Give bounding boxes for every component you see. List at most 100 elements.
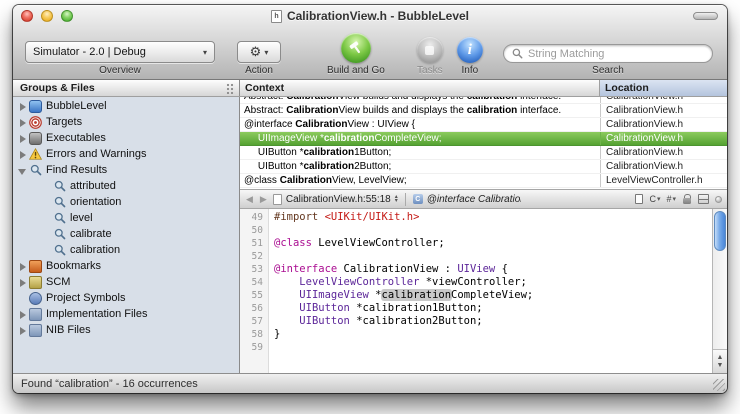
sidebar-item-executables[interactable]: Executables [13,130,239,146]
build-and-go-button[interactable] [341,33,371,63]
line-stepper[interactable]: ▴ ▾ [395,195,398,203]
line-number[interactable]: 54 [240,276,268,289]
code-line[interactable]: 56 UIButton *calibration1Button; [240,302,712,315]
overview-popup[interactable]: Simulator - 2.0 | Debug ▾ [25,41,215,63]
tasks-button[interactable] [417,37,443,63]
line-number[interactable]: 59 [240,341,268,354]
disclosure-triangle[interactable] [18,118,27,127]
find-result-row[interactable]: UIImageView *calibrationCompleteView;Cal… [240,132,727,146]
line-number[interactable]: 49 [240,211,268,224]
code-text: UIImageView *calibrationCompleteView; [268,289,533,302]
code-line[interactable]: 49#import <UIKit/UIKit.h> [240,211,712,224]
line-number[interactable]: 53 [240,263,268,276]
line-number[interactable]: 51 [240,237,268,250]
code-line[interactable]: 54 LevelViewController *viewController; [240,276,712,289]
sidebar-item-find-results[interactable]: Find Results [13,162,239,178]
location-column-header[interactable]: Location [600,80,727,96]
status-bar: Found “calibration” - 16 occurrences [13,373,727,393]
line-number[interactable]: 52 [240,250,268,263]
sidebar-item-nib-files[interactable]: NIB Files [13,322,239,338]
sidebar-item-bookmarks[interactable]: Bookmarks [13,258,239,274]
search-caption: Search [592,65,624,76]
action-button[interactable]: ⚙ ▾ [237,41,281,63]
tasks-icon [425,46,434,55]
disclosure-triangle[interactable] [18,166,27,175]
disclosure-triangle[interactable] [18,326,27,335]
disclosure-triangle[interactable] [18,310,27,319]
file-history-popup[interactable]: CalibrationView.h:55:18 ▴ ▾ [273,194,398,205]
code-line[interactable]: 59 [240,341,712,354]
find-result-row[interactable]: @interface CalibrationView : UIView {Cal… [240,118,727,132]
disclosure-triangle[interactable] [18,150,27,159]
line-number[interactable]: 50 [240,224,268,237]
lock-icon[interactable] [682,194,692,205]
sidebar-item-project-symbols[interactable]: Project Symbols [13,290,239,306]
toolbar-toggle-button[interactable] [693,12,718,20]
search-field[interactable] [503,44,713,63]
info-button[interactable]: i [457,37,483,63]
sidebar-item-calibrate[interactable]: calibrate [13,226,239,242]
find-result-row[interactable]: @class CalibrationView, LevelView;LevelV… [240,174,727,188]
scroll-up-button[interactable]: ▲ [717,354,724,361]
resize-grip[interactable] [713,379,725,391]
window-title: h CalibrationView.h - BubbleLevel [271,9,469,23]
sidebar-item-bubblelevel[interactable]: BubbleLevel [13,98,239,114]
action-item: ⚙ ▾ Action [237,29,281,76]
symbols-menu-button[interactable]: # ▾ [666,194,676,204]
find-result-row[interactable]: UIButton *calibration1Button;Calibration… [240,146,727,160]
editor-scrollbar[interactable]: ▲ ▼ [712,209,727,373]
sidebar-item-implementation-files[interactable]: Implementation Files [13,306,239,322]
sidebar-item-level[interactable]: level [13,210,239,226]
sidebar-item-attributed[interactable]: attributed [13,178,239,194]
code-line[interactable]: 57 UIButton *calibration2Button; [240,315,712,328]
search-input[interactable] [528,48,704,60]
split-editor-button[interactable] [698,194,709,204]
build-item: Build and Go [327,29,385,76]
scroll-down-button[interactable]: ▼ [717,362,724,369]
context-column-header[interactable]: Context [240,80,600,96]
code-text: UIButton *calibration2Button; [268,315,483,328]
sidebar-item-targets[interactable]: Targets [13,114,239,130]
code-lines[interactable]: 49#import <UIKit/UIKit.h>5051@class Leve… [240,209,712,373]
line-number[interactable]: 58 [240,328,268,341]
find-result-row[interactable]: Abstract: CalibrationView builds and dis… [240,104,727,118]
groups-files-header[interactable]: Groups & Files [13,80,240,96]
sidebar-item-calibration[interactable]: calibration [13,242,239,258]
counterpart-button[interactable] [635,194,643,204]
code-line[interactable]: 55 UIImageView *calibrationCompleteView; [240,289,712,302]
code-line[interactable]: 52 [240,250,712,263]
close-button[interactable] [21,10,33,22]
zoom-button[interactable] [61,10,73,22]
disclosure-triangle[interactable] [18,102,27,111]
disclosure-triangle[interactable] [18,134,27,143]
sidebar-item-errors-and-warnings[interactable]: Errors and Warnings [13,146,239,162]
minimize-button[interactable] [41,10,53,22]
scrollbar-thumb[interactable] [714,211,726,251]
disclosure-triangle[interactable] [18,262,27,271]
back-button[interactable]: ◀ [245,194,254,205]
find-result-row[interactable]: UIButton *calibration2Button;Calibration… [240,160,727,174]
splitter-grip-icon[interactable] [226,83,235,94]
code-line[interactable]: 50 [240,224,712,237]
line-number[interactable]: 55 [240,289,268,302]
code-line[interactable]: 58} [240,328,712,341]
splitter-handle[interactable] [715,196,722,203]
line-number[interactable]: 57 [240,315,268,328]
find-result-row[interactable]: Abstract: CalibrationView builds and dis… [240,97,727,104]
sidebar-item-scm[interactable]: SCM [13,274,239,290]
sidebar-item-orientation[interactable]: orientation [13,194,239,210]
code-line[interactable]: 51@class LevelViewController; [240,237,712,250]
overview-item: Simulator - 2.0 | Debug ▾ Overview [25,29,215,76]
title-bar[interactable]: h CalibrationView.h - BubbleLevel [13,5,727,27]
disclosure-triangle[interactable] [18,278,27,287]
included-files-button[interactable]: C ▾ [649,194,660,204]
find-result-location: LevelViewController.h [600,174,727,187]
line-number[interactable]: 56 [240,302,268,315]
build-caption: Build and Go [327,65,385,76]
chevron-down-icon: ▾ [203,48,207,57]
forward-button[interactable]: ▶ [259,194,268,205]
main-area: BubbleLevelTargetsExecutablesErrors and … [13,97,727,373]
code-line[interactable]: 53@interface CalibrationView : UIView { [240,263,712,276]
symbol-popup[interactable]: C @interface CalibrationView [413,194,521,205]
code-editor[interactable]: 49#import <UIKit/UIKit.h>5051@class Leve… [240,209,727,373]
